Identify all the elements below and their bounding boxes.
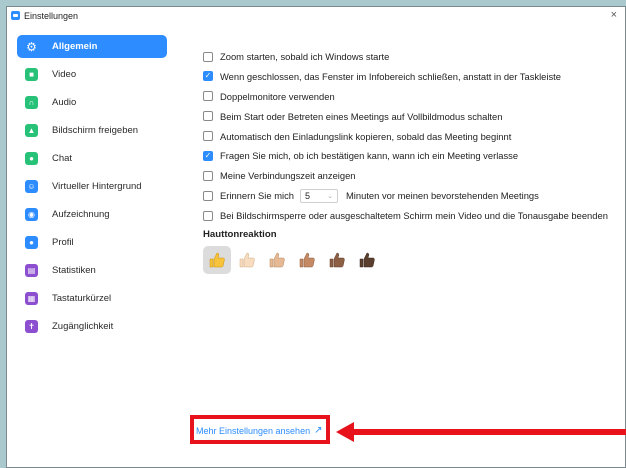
- skin-tone-option[interactable]: [353, 246, 381, 274]
- sidebar-item-audio[interactable]: ∩ Audio: [17, 91, 167, 114]
- reminder-minutes-select[interactable]: 5 ⌄: [300, 188, 338, 203]
- option-label: Beim Start oder Betreten eines Meetings …: [220, 110, 503, 122]
- skin-tone-option[interactable]: [293, 246, 321, 274]
- virtual-background-icon: ☺: [25, 180, 38, 193]
- title-bar: Einstellungen ×: [7, 7, 625, 24]
- skin-tone-option[interactable]: [233, 246, 261, 274]
- sidebar-item-zugaenglichkeit[interactable]: ✝ Zugänglichkeit: [17, 315, 167, 338]
- sidebar-item-chat[interactable]: ● Chat: [17, 147, 167, 170]
- skin-tone-option[interactable]: [203, 246, 231, 275]
- annotation-arrow: [336, 422, 626, 442]
- sidebar-item-label: Aufzeichnung: [52, 209, 110, 220]
- sidebar-item-label: Zugänglichkeit: [52, 321, 114, 332]
- reminder-label-before: Erinnern Sie mich: [220, 190, 294, 202]
- checkbox[interactable]: [203, 51, 213, 62]
- sidebar-item-profil[interactable]: ● Profil: [17, 231, 167, 254]
- checkbox[interactable]: [203, 190, 213, 201]
- sidebar-item-label: Tastaturkürzel: [52, 293, 112, 304]
- annotation-highlight-box: [190, 415, 330, 444]
- checkbox[interactable]: [203, 210, 213, 221]
- option-label: Automatisch den Einladungslink kopieren,…: [220, 130, 512, 142]
- general-settings-panel: Zoom starten, sobald ich Windows starte …: [203, 50, 615, 275]
- option-label: Doppelmonitore verwenden: [220, 90, 335, 102]
- window-title: Einstellungen: [24, 10, 79, 21]
- thumbs-up-icon: [239, 252, 255, 268]
- sidebar-item-virtueller-hintergrund[interactable]: ☺ Virtueller Hintergrund: [17, 175, 167, 198]
- option-dual-monitors[interactable]: Doppelmonitore verwenden: [203, 90, 615, 103]
- sidebar-item-aufzeichnung[interactable]: ◉ Aufzeichnung: [17, 203, 167, 226]
- option-label: Zoom starten, sobald ich Windows starte: [220, 51, 390, 62]
- option-copy-invite-link[interactable]: Automatisch den Einladungslink kopieren,…: [203, 130, 615, 143]
- option-label: Wenn geschlossen, das Fenster im Infober…: [220, 70, 561, 82]
- option-confirm-leave[interactable]: ✓ Fragen Sie mich, ob ich bestätigen kan…: [203, 149, 615, 162]
- settings-window: Einstellungen × ⚙ Allgemein ■ Video ∩ Au…: [6, 6, 626, 468]
- accessibility-icon: ✝: [25, 320, 38, 333]
- option-meeting-reminder[interactable]: Erinnern Sie mich 5 ⌄ Minuten vor meinen…: [203, 188, 615, 203]
- option-show-connection-time[interactable]: Meine Verbindungszeit anzeigen: [203, 169, 615, 182]
- sidebar-item-video[interactable]: ■ Video: [17, 63, 167, 86]
- option-label: Fragen Sie mich, ob ich bestätigen kann,…: [220, 150, 519, 162]
- checkbox-checked[interactable]: ✓: [203, 71, 213, 82]
- checkbox[interactable]: [203, 131, 213, 142]
- option-close-to-tray[interactable]: ✓ Wenn geschlossen, das Fenster im Infob…: [203, 70, 615, 83]
- record-icon: ◉: [25, 208, 38, 221]
- thumbs-up-icon: [269, 252, 285, 268]
- sidebar-item-allgemein[interactable]: ⚙ Allgemein: [17, 35, 167, 58]
- thumbs-up-icon: [299, 252, 315, 268]
- profile-icon: ●: [25, 236, 38, 249]
- sidebar-item-statistiken[interactable]: ▤ Statistiken: [17, 259, 167, 282]
- checkbox[interactable]: [203, 170, 213, 181]
- option-fullscreen-on-join[interactable]: Beim Start oder Betreten eines Meetings …: [203, 110, 615, 123]
- option-zoom-autostart[interactable]: Zoom starten, sobald ich Windows starte: [203, 50, 615, 63]
- skin-tone-selector: [203, 246, 615, 275]
- settings-sidebar: ⚙ Allgemein ■ Video ∩ Audio ▲ Bildschirm…: [17, 35, 167, 343]
- checkbox-checked[interactable]: ✓: [203, 150, 213, 161]
- sidebar-item-bildschirm-freigeben[interactable]: ▲ Bildschirm freigeben: [17, 119, 167, 142]
- skin-tone-title: Hauttonreaktion: [203, 229, 277, 241]
- close-icon[interactable]: ×: [611, 9, 617, 21]
- sidebar-item-label: Chat: [52, 153, 73, 164]
- checkbox[interactable]: [203, 111, 213, 122]
- sidebar-item-tastaturkuerzel[interactable]: ▦ Tastaturkürzel: [17, 287, 167, 310]
- sidebar-item-label: Allgemein: [52, 41, 98, 52]
- option-label: Bei Bildschirmsperre oder ausgeschaltete…: [220, 210, 608, 222]
- sidebar-item-label: Virtueller Hintergrund: [52, 181, 142, 192]
- sidebar-item-label: Profil: [52, 237, 74, 248]
- checkbox[interactable]: [203, 91, 213, 102]
- reminder-minutes-value: 5: [305, 190, 311, 201]
- statistics-icon: ▤: [25, 264, 38, 277]
- sidebar-item-label: Video: [52, 69, 77, 80]
- thumbs-up-icon: [209, 252, 225, 268]
- gear-icon: ⚙: [26, 39, 37, 54]
- sidebar-item-label: Statistiken: [52, 265, 96, 276]
- keyboard-icon: ▦: [25, 292, 38, 305]
- video-camera-icon: ■: [25, 68, 38, 81]
- thumbs-up-icon: [329, 252, 345, 268]
- zoom-app-icon: [11, 11, 20, 20]
- skin-tone-option[interactable]: [323, 246, 351, 274]
- skin-tone-option[interactable]: [263, 246, 291, 274]
- thumbs-up-icon: [359, 252, 375, 268]
- option-stop-video-on-lock[interactable]: Bei Bildschirmsperre oder ausgeschaltete…: [203, 209, 615, 222]
- headphones-icon: ∩: [25, 96, 38, 109]
- option-label: Meine Verbindungszeit anzeigen: [220, 170, 356, 182]
- sidebar-item-label: Audio: [52, 97, 77, 108]
- chat-bubble-icon: ●: [25, 152, 38, 165]
- reminder-label-after: Minuten vor meinen bevorstehenden Meetin…: [346, 190, 539, 202]
- chevron-down-icon: ⌄: [327, 192, 333, 200]
- sidebar-item-label: Bildschirm freigeben: [52, 125, 139, 136]
- share-screen-icon: ▲: [25, 124, 38, 137]
